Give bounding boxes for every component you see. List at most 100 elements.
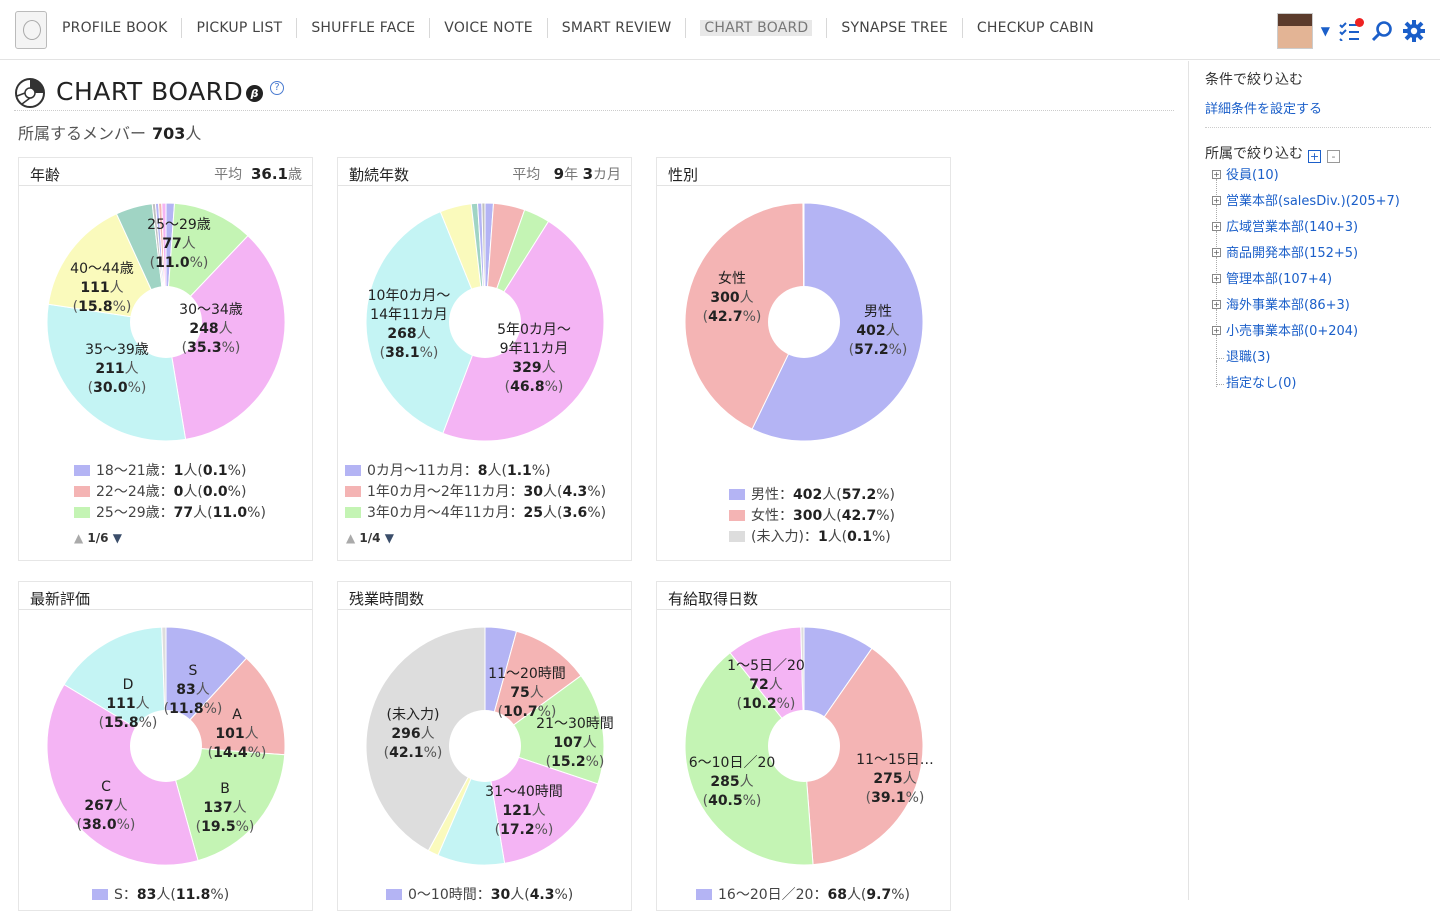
slice-label-count: 83人: [176, 682, 209, 698]
tree-item[interactable]: + 営業本部(salesDiv.)(205+7): [1212, 193, 1400, 231]
legend-item: 25〜29歳：77人(11.0%): [74, 503, 314, 524]
slice-label-name: 10年0カ月〜: [368, 288, 451, 304]
tree-item[interactable]: 指定なし(0): [1212, 375, 1400, 401]
slice-label-name: A: [232, 707, 242, 723]
expand-icon[interactable]: +: [1212, 170, 1221, 179]
tree-item[interactable]: + 管理本部(107+4): [1212, 271, 1400, 309]
nav-pickup-list[interactable]: PICKUP LIST: [182, 18, 298, 38]
donut-hole: [768, 286, 840, 358]
tree-item-label[interactable]: 海外事業本部(86+3): [1226, 298, 1350, 313]
chart-card-evaluation: 最新評価 S 83人 (11.8%) A 101人 (14.4%) B 137人 (19.5%)…: [18, 581, 313, 911]
divider: [1205, 127, 1431, 128]
expand-icon[interactable]: +: [1212, 300, 1221, 309]
collapse-all-button[interactable]: -: [1327, 150, 1340, 163]
app-logo[interactable]: [15, 11, 47, 49]
chart-legend: 男性：402人(57.2%) 女性：300人(42.7%) (未入力)：1人(0.1…: [657, 485, 952, 548]
tree-item[interactable]: + 役員(10): [1212, 167, 1400, 205]
slice-label-name: S: [189, 663, 198, 679]
nav-voice-note[interactable]: VOICE NOTE: [430, 18, 548, 38]
help-icon[interactable]: ?: [270, 81, 284, 95]
tree-item-label[interactable]: 管理本部(107+4): [1226, 272, 1332, 287]
card-title: 残業時間数: [349, 590, 425, 608]
legend-item: S：83人(11.8%): [92, 885, 314, 906]
nav-profile-book[interactable]: PROFILE BOOK: [48, 18, 183, 38]
expand-icon[interactable]: +: [1212, 326, 1221, 335]
legend-pager[interactable]: ▲ 1/6 ▼: [74, 531, 122, 545]
slice-label-count: 300人: [710, 290, 753, 306]
slice-label-percent: (19.5%): [196, 819, 255, 835]
slice-label-name: 31〜40時間: [485, 784, 563, 800]
tree-item-label[interactable]: 指定なし(0): [1226, 376, 1296, 391]
tree-item-label[interactable]: 退職(3): [1226, 350, 1270, 365]
tree-item[interactable]: + 小売事業本部(0+204): [1212, 323, 1400, 361]
slice-label-count: 268人: [387, 326, 430, 342]
legend-swatch: [729, 531, 745, 542]
evaluation-pie-chart[interactable]: S 83人 (11.8%) A 101人 (14.4%) B 137人 (19.5%) C 267人…: [19, 611, 314, 866]
filter-sidebar: 条件で絞り込む 詳細条件を設定する 所属で絞り込む + - + 役員(10) + 営業本部…: [1188, 61, 1440, 900]
card-header: 有給取得日数: [657, 582, 950, 610]
slice-label-name: 11〜20時間: [488, 666, 566, 682]
nav-smart-review[interactable]: SMART REVIEW: [548, 18, 687, 38]
page-title: CHART BOARD: [56, 77, 244, 106]
slice-label-count: 77人: [162, 236, 195, 252]
slice-label-percent: (39.1%): [866, 790, 925, 806]
legend-swatch: [345, 486, 361, 497]
advanced-filter-link[interactable]: 詳細条件を設定する: [1205, 98, 1322, 117]
slice-label-percent: (10.2%): [737, 696, 796, 712]
slice-label-name: 9年11カ月: [500, 341, 569, 357]
card-title: 性別: [668, 166, 699, 184]
slice-label-percent: (15.8%): [73, 299, 132, 315]
checklist-icon[interactable]: [1338, 18, 1364, 43]
chart-card-age: 年齢 平均 36.1歳 25〜29歳 77人 (11.0%) 30〜34歳 248人 (3…: [18, 157, 313, 561]
slice-label-count: 111人: [106, 696, 149, 712]
gender-pie-chart[interactable]: 男性 402人 (57.2%) 女性 300人 (42.7%): [657, 187, 952, 442]
nav-shuffle-face[interactable]: SHUFFLE FACE: [297, 18, 431, 38]
tree-item-label[interactable]: 商品開発本部(152+5): [1226, 246, 1358, 261]
slice-label-percent: (42.1%): [384, 745, 443, 761]
search-icon[interactable]: [1370, 19, 1394, 43]
expand-icon[interactable]: +: [1212, 274, 1221, 283]
tree-item[interactable]: + 商品開発本部(152+5): [1212, 245, 1400, 283]
tree-item-label[interactable]: 役員(10): [1226, 168, 1279, 183]
slice-label-name: C: [101, 779, 111, 795]
tree-item[interactable]: + 広域営業本部(140+3): [1212, 219, 1400, 257]
slice-label-count: 101人: [215, 726, 258, 742]
tree-item[interactable]: 退職(3): [1212, 349, 1400, 387]
member-count-unit: 人: [185, 124, 202, 143]
expand-icon[interactable]: +: [1212, 222, 1221, 231]
tree-item-label[interactable]: 広域営業本部(140+3): [1226, 220, 1358, 235]
nav-synapse-tree[interactable]: SYNAPSE TREE: [827, 18, 963, 38]
slice-label-name: B: [220, 781, 230, 797]
chart-card-overtime: 残業時間数 11〜20時間 75人 (10.7%) 21〜30時間 107人 (15.2%…: [337, 581, 632, 911]
card-header: 残業時間数: [338, 582, 631, 610]
expand-all-button[interactable]: +: [1308, 150, 1321, 163]
card-average: 平均 9年 3カ月: [512, 165, 621, 183]
legend-swatch: [696, 889, 712, 900]
nav-chart-board[interactable]: CHART BOARD: [686, 18, 828, 38]
slice-label-name: 男性: [864, 304, 892, 320]
tree-item[interactable]: + 海外事業本部(86+3): [1212, 297, 1400, 335]
expand-icon[interactable]: +: [1212, 196, 1221, 205]
nav-checkup-cabin[interactable]: CHECKUP CABIN: [963, 18, 1108, 38]
slice-label-name: 30〜34歳: [179, 302, 243, 318]
overtime-pie-chart[interactable]: 11〜20時間75人(10.7%)21〜30時間107人(15.2%)31〜40…: [338, 611, 633, 866]
chevron-down-icon[interactable]: ▼: [1321, 24, 1330, 38]
tenure-pie-chart[interactable]: 5年0カ月〜 9年11カ月 329人 (46.8%) 10年0カ月〜 14年11カ月 268…: [338, 187, 633, 442]
legend-pager[interactable]: ▲ 1/4 ▼: [346, 531, 394, 545]
chart-card-tenure: 勤続年数 平均 9年 3カ月 5年0カ月〜 9年11カ月 329人 (46.8%) 10…: [337, 157, 632, 561]
tree-item-label[interactable]: 小売事業本部(0+204): [1226, 324, 1358, 339]
gear-icon[interactable]: [1402, 19, 1426, 43]
chart-legend: 16〜20日／20：68人(9.7%): [657, 885, 952, 906]
legend-item: 女性：300人(42.7%): [729, 506, 952, 527]
legend-swatch: [92, 889, 108, 900]
avatar[interactable]: [1276, 13, 1313, 49]
member-count-value: 703: [152, 124, 186, 143]
card-average: 平均 36.1歳: [214, 165, 302, 183]
slice-label-count: 75人: [510, 685, 543, 701]
age-pie-chart[interactable]: 25〜29歳 77人 (11.0%) 30〜34歳 248人 (35.3%) 35〜39歳 2…: [19, 187, 314, 442]
expand-icon[interactable]: +: [1212, 248, 1221, 257]
page-down-icon: ▼: [384, 531, 394, 545]
paid-leave-pie-chart[interactable]: 11〜15日… 275人 (39.1%) 6〜10日／20 285人 (40.5%) 1〜5…: [657, 611, 952, 866]
notification-dot: [1355, 18, 1364, 27]
tree-item-label[interactable]: 営業本部(salesDiv.)(205+7): [1226, 194, 1400, 209]
